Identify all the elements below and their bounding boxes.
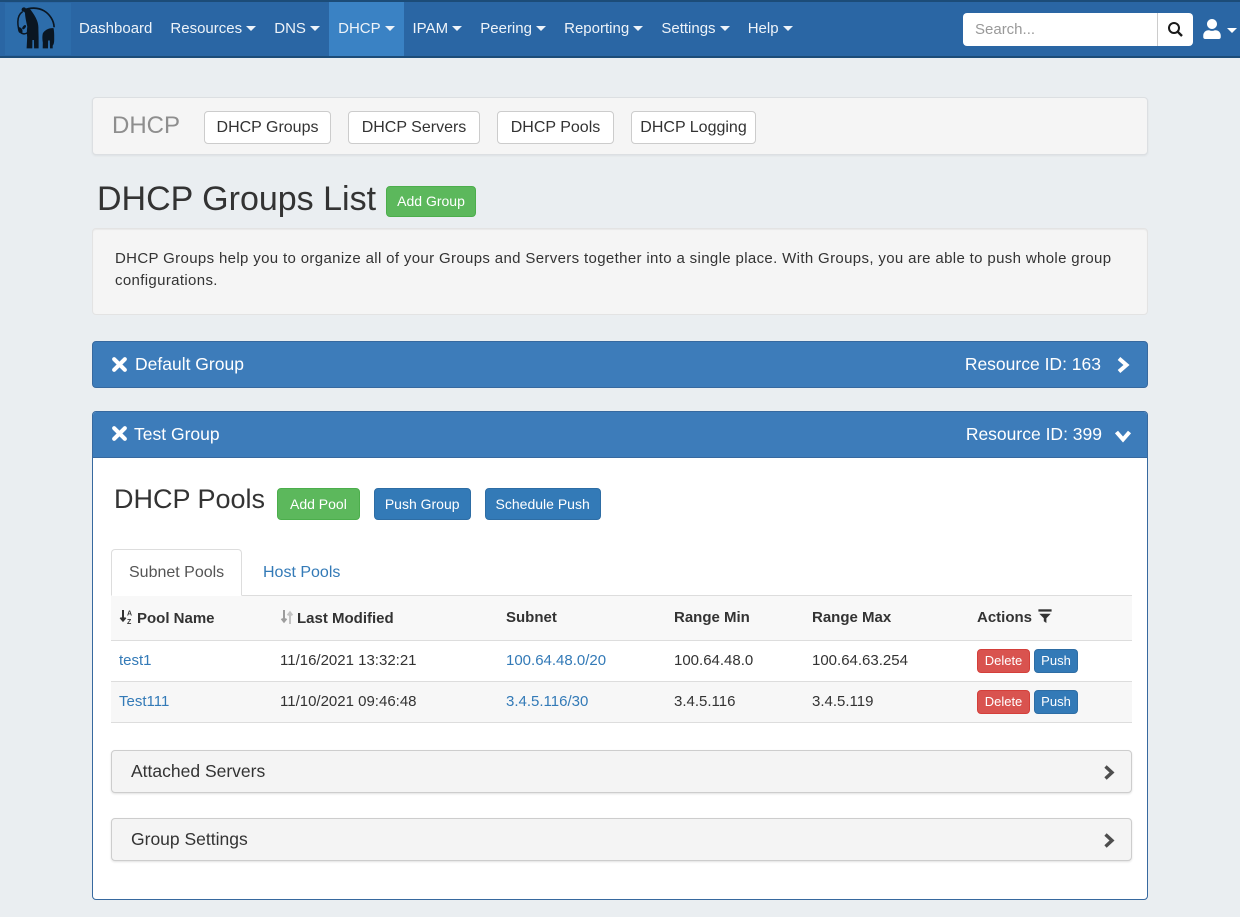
svg-text:A: A xyxy=(127,610,132,617)
svg-text:Z: Z xyxy=(127,619,132,625)
